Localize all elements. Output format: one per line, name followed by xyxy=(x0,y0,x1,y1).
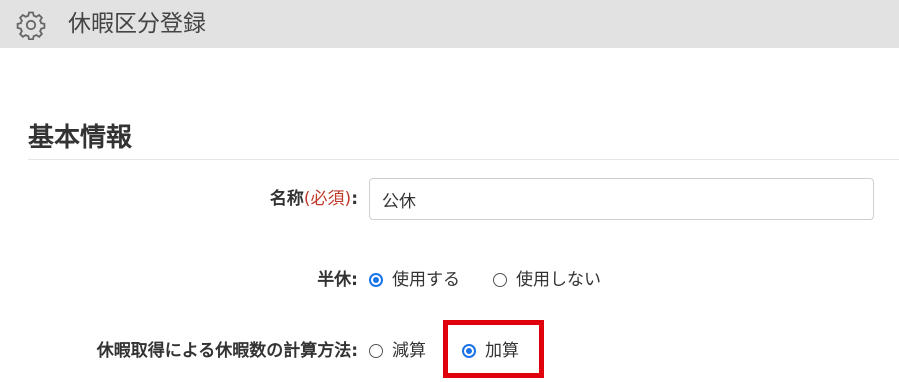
name-label: 名称(必須): xyxy=(270,187,358,211)
name-input[interactable] xyxy=(369,178,874,220)
half-day-option-no-use[interactable]: 使用しない xyxy=(493,268,601,292)
calc-method-option-subtract[interactable]: 減算 xyxy=(369,339,426,363)
radio-checked-icon[interactable] xyxy=(369,273,383,287)
section-title: 基本情報 xyxy=(28,123,133,153)
calc-method-option-subtract-label: 減算 xyxy=(392,341,426,361)
half-day-option-use[interactable]: 使用する xyxy=(369,268,460,292)
page-title: 休暇区分登録 xyxy=(68,11,206,37)
page-header: 休暇区分登録 xyxy=(0,0,899,48)
section-divider xyxy=(28,159,899,160)
calc-method-label: 休暇取得による休暇数の計算方法: xyxy=(96,341,358,361)
radio-unchecked-icon[interactable] xyxy=(369,344,383,358)
half-day-option-no-use-label: 使用しない xyxy=(516,270,601,290)
half-day-option-use-label: 使用する xyxy=(392,270,460,290)
radio-unchecked-icon[interactable] xyxy=(493,273,507,287)
gear-icon[interactable] xyxy=(16,10,46,40)
half-day-label: 半休: xyxy=(317,270,358,290)
half-day-radio-group: 使用する 使用しない xyxy=(369,268,601,292)
name-label-colon: : xyxy=(351,189,358,209)
highlight-annotation-box xyxy=(443,320,544,378)
required-marker: (必須) xyxy=(303,189,352,209)
name-label-text: 名称 xyxy=(269,189,304,209)
